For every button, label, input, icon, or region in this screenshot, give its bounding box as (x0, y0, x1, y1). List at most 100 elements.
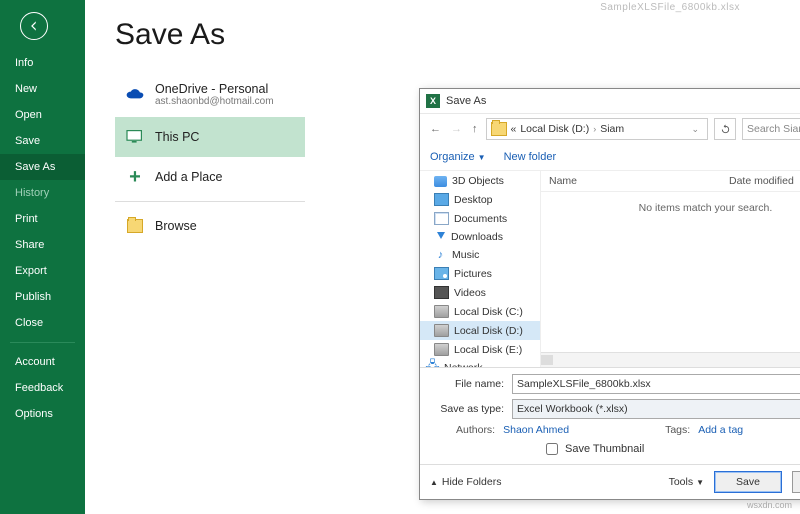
breadcrumb-seg2[interactable]: Siam (600, 123, 624, 135)
tree-item-label: Local Disk (C:) (454, 306, 523, 318)
sidebar-item-options[interactable]: Options (0, 401, 85, 427)
location-browse[interactable]: Browse (115, 206, 305, 246)
dl-icon (434, 232, 446, 243)
dialog-titlebar: X Save As (420, 89, 800, 114)
tree-item[interactable]: ♪Music (420, 246, 540, 264)
tree-item-label: Local Disk (E:) (454, 344, 522, 356)
tags-label: Tags: (665, 424, 690, 436)
plus-icon: + (125, 167, 145, 187)
filename-label: File name: (432, 378, 504, 390)
sidebar-item-export[interactable]: Export (0, 258, 85, 284)
arrow-left-icon (27, 19, 41, 33)
col-name[interactable]: Name (541, 175, 729, 187)
tree-item-label: Pictures (454, 268, 492, 280)
tags-value[interactable]: Add a tag (698, 424, 743, 436)
hide-folders-button[interactable]: ▲ Hide Folders (430, 476, 501, 488)
refresh-button[interactable] (714, 118, 736, 140)
breadcrumb-bar[interactable]: « Local Disk (D:) › Siam ⌄ (486, 118, 709, 140)
location-this-pc[interactable]: This PC (115, 117, 305, 157)
tree-item[interactable]: Desktop (420, 190, 540, 209)
breadcrumb-dropdown[interactable]: ⌄ (687, 124, 703, 135)
tree-item[interactable]: 3D Objects (420, 172, 540, 190)
save-thumbnail-checkbox[interactable] (546, 443, 558, 455)
sidebar-item-save-as[interactable]: Save As (0, 154, 85, 180)
onedrive-icon (125, 85, 145, 105)
dialog-navbar: ← → ↑ « Local Disk (D:) › Siam ⌄ Search … (420, 114, 800, 144)
browse-label: Browse (155, 219, 197, 233)
sidebar-item-history: History (0, 180, 85, 206)
breadcrumb-folder-icon (491, 122, 507, 136)
watermark: wsxdn.com (747, 500, 792, 510)
breadcrumb-root: « (511, 123, 517, 135)
tree-item[interactable]: Documents (420, 209, 540, 228)
tools-menu[interactable]: Tools ▼ (669, 476, 704, 488)
onedrive-sub: ast.shaonbd@hotmail.com (155, 96, 274, 107)
chevron-up-icon: ▲ (430, 478, 438, 487)
search-placeholder: Search Siam (747, 123, 800, 135)
new-folder-button[interactable]: New folder (504, 151, 557, 163)
nav-back-button[interactable]: ← (428, 121, 443, 137)
sidebar-item-save[interactable]: Save (0, 128, 85, 154)
tree-item-label: 3D Objects (452, 175, 504, 187)
sidebar-item-feedback[interactable]: Feedback (0, 375, 85, 401)
breadcrumb-seg1[interactable]: Local Disk (D:) (520, 123, 589, 135)
page-title: Save As (115, 18, 800, 52)
save-location-list: OneDrive - Personal ast.shaonbd@hotmail.… (115, 72, 305, 246)
filename-input[interactable]: SampleXLSFile_6800kb.xlsx ⌄ (512, 374, 800, 394)
disk-icon (434, 324, 449, 337)
sidebar-item-share[interactable]: Share (0, 232, 85, 258)
tree-item-label: Videos (454, 287, 486, 299)
save-thumbnail-label: Save Thumbnail (565, 443, 644, 455)
organize-button[interactable]: Organize ▼ (430, 151, 486, 163)
folder-icon (125, 216, 145, 236)
pc-icon (125, 127, 145, 147)
tree-item[interactable]: Local Disk (D:) (420, 321, 540, 340)
save-button[interactable]: Save (714, 471, 782, 493)
column-headers[interactable]: Name Date modified Type (541, 171, 800, 192)
folder-tree[interactable]: 3D Objects Desktop DocumentsDownloads♪Musi… (420, 171, 541, 367)
tree-item[interactable]: 🖧 Network (420, 359, 540, 367)
refresh-icon (720, 124, 731, 135)
savetype-select[interactable]: Excel Workbook (*.xlsx) ⌄ (512, 399, 800, 419)
tree-item-label: Network (444, 362, 483, 367)
chevron-down-icon: ▼ (696, 478, 704, 487)
savetype-value: Excel Workbook (*.xlsx) (517, 403, 628, 415)
nav-up-button[interactable]: ↑ (470, 121, 480, 137)
sidebar-item-open[interactable]: Open (0, 102, 85, 128)
file-form: File name: SampleXLSFile_6800kb.xlsx ⌄ S… (420, 368, 800, 464)
horizontal-scrollbar[interactable] (541, 352, 800, 367)
cancel-button[interactable]: Cancel (792, 471, 800, 493)
search-input[interactable]: Search Siam 🔍 (742, 118, 800, 140)
pic-icon (434, 267, 449, 280)
authors-value[interactable]: Shaon Ahmed (503, 424, 569, 436)
dialog-footer: ▲ Hide Folders Tools ▼ Save Cancel (420, 464, 800, 499)
tree-item-label: Desktop (454, 194, 493, 206)
loc-separator (115, 201, 305, 202)
col-date[interactable]: Date modified (729, 175, 800, 187)
sidebar-separator (10, 342, 75, 343)
sidebar-item-new[interactable]: New (0, 76, 85, 102)
window-title-remnant: SampleXLSFile_6800kb.xlsx (600, 2, 740, 13)
chevron-down-icon: ▼ (478, 153, 486, 162)
location-add-place[interactable]: + Add a Place (115, 157, 305, 197)
back-button[interactable] (20, 12, 48, 40)
doc-icon (434, 212, 449, 225)
tree-item-label: Local Disk (D:) (454, 325, 523, 337)
nav-forward-button: → (449, 121, 464, 137)
music-icon: ♪ (434, 250, 447, 261)
sidebar-item-publish[interactable]: Publish (0, 284, 85, 310)
sidebar-item-account[interactable]: Account (0, 349, 85, 375)
tree-item[interactable]: Local Disk (C:) (420, 302, 540, 321)
tree-item[interactable]: Videos (420, 283, 540, 302)
location-onedrive[interactable]: OneDrive - Personal ast.shaonbd@hotmail.… (115, 72, 305, 117)
sidebar-item-close[interactable]: Close (0, 310, 85, 336)
sidebar-item-info[interactable]: Info (0, 50, 85, 76)
backstage-sidebar: Info New Open Save Save As History Print… (0, 0, 85, 514)
net-icon: 🖧 (426, 363, 439, 368)
sidebar-item-print[interactable]: Print (0, 206, 85, 232)
dialog-title: Save As (446, 95, 800, 107)
tree-item[interactable]: Downloads (420, 228, 540, 246)
disk-icon (434, 343, 449, 356)
tree-item[interactable]: Pictures (420, 264, 540, 283)
explorer-pane: 3D Objects Desktop DocumentsDownloads♪Musi… (420, 171, 800, 368)
